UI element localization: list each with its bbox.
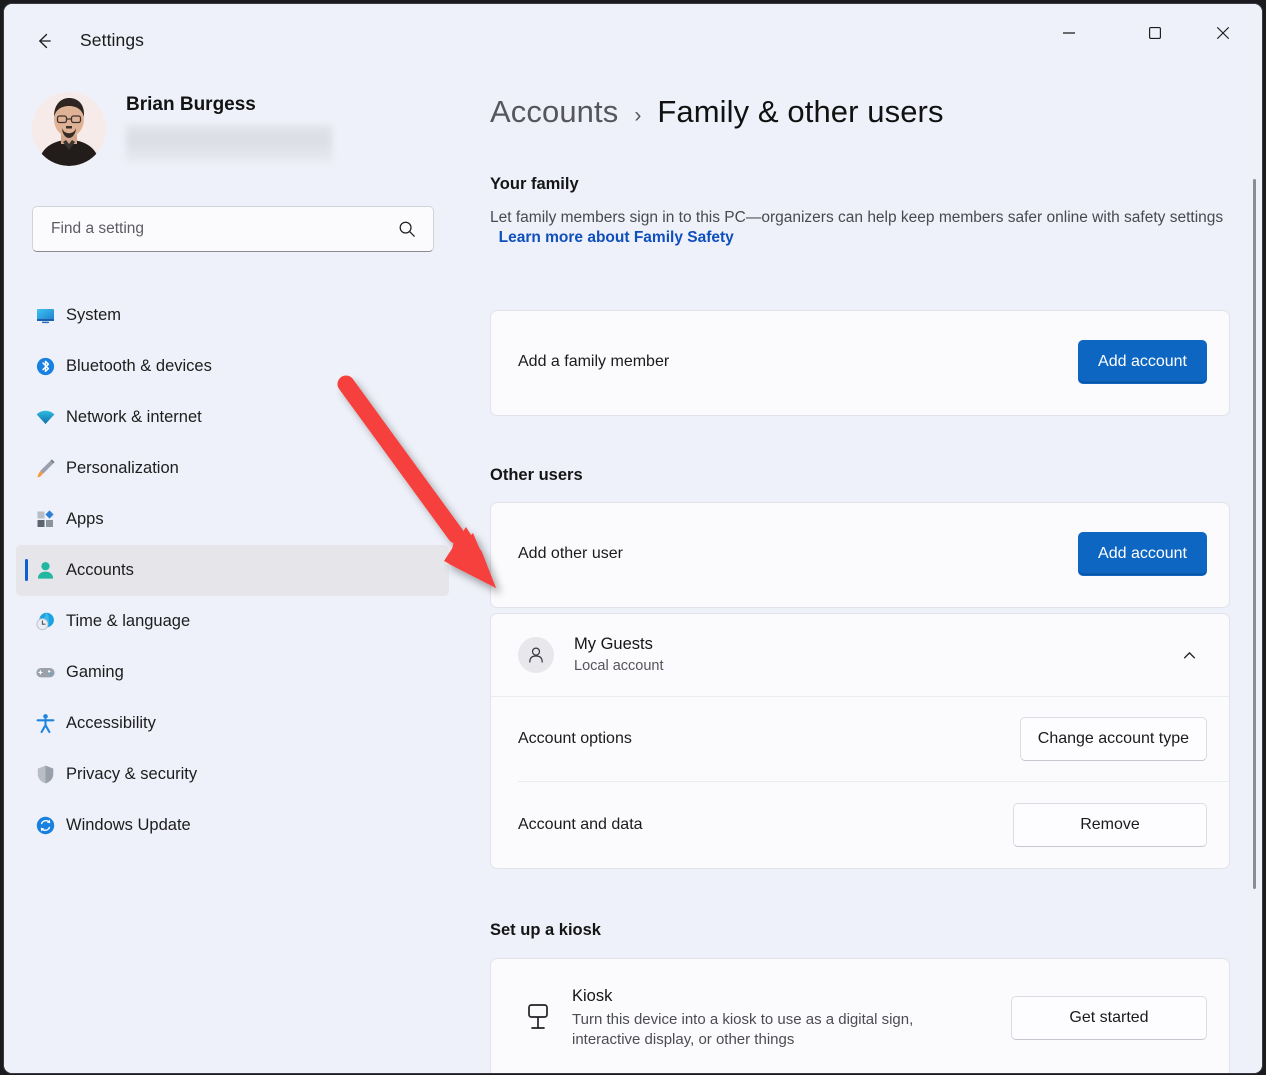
person-icon [34, 560, 56, 582]
sidebar-item-label: System [66, 306, 121, 325]
sidebar-item-time-language[interactable]: Time & language [16, 596, 449, 647]
add-other-user-card: Add other user Add account [490, 502, 1230, 608]
account-and-data-label: Account and data [518, 816, 1013, 834]
apps-icon [34, 509, 56, 531]
minimize-button[interactable] [1046, 12, 1092, 54]
content-pane: Accounts › Family & other users Your fam… [459, 76, 1262, 1073]
sidebar-item-apps[interactable]: Apps [16, 494, 449, 545]
my-guests-account-card: My Guests Local account Account options … [490, 613, 1230, 869]
sidebar-item-label: Windows Update [66, 816, 191, 835]
monitor-icon [34, 305, 56, 327]
shield-icon [34, 764, 56, 786]
update-icon [34, 815, 56, 837]
breadcrumb-parent[interactable]: Accounts [490, 94, 618, 130]
sidebar-item-gaming[interactable]: Gaming [16, 647, 449, 698]
wifi-icon [34, 407, 56, 429]
profile-email-redacted [126, 125, 332, 163]
add-other-user-row: Add other user Add account [491, 503, 1229, 605]
maximize-button[interactable] [1132, 12, 1178, 54]
kiosk-title: Kiosk [572, 986, 1011, 1007]
family-description-text: Let family members sign in to this PC—or… [490, 209, 1223, 226]
your-family-heading: Your family [490, 175, 579, 194]
avatar [32, 92, 106, 166]
paintbrush-icon [34, 458, 56, 480]
sidebar-item-system[interactable]: System [16, 290, 449, 341]
sidebar-item-label: Accessibility [66, 714, 156, 733]
my-guests-header-row[interactable]: My Guests Local account [491, 614, 1229, 696]
kiosk-row: Kiosk Turn this device into a kiosk to u… [491, 959, 1229, 1073]
kiosk-heading: Set up a kiosk [490, 921, 601, 940]
profile-name: Brian Burgess [126, 95, 332, 116]
sidebar-item-label: Apps [66, 510, 104, 529]
sidebar-item-privacy-security[interactable]: Privacy & security [16, 749, 449, 800]
kiosk-card: Kiosk Turn this device into a kiosk to u… [490, 958, 1230, 1073]
sidebar: Brian Burgess [4, 76, 459, 1073]
clock-globe-icon [34, 611, 56, 633]
app-title: Settings [80, 30, 144, 51]
breadcrumb: Accounts › Family & other users [490, 94, 944, 130]
sidebar-item-label: Gaming [66, 663, 124, 682]
add-family-account-button[interactable]: Add account [1078, 340, 1207, 384]
change-account-type-button[interactable]: Change account type [1020, 717, 1207, 761]
sidebar-item-label: Time & language [66, 612, 190, 631]
maximize-icon [1146, 24, 1164, 42]
account-avatar-icon [518, 637, 554, 673]
sidebar-item-accounts[interactable]: Accounts [16, 545, 449, 596]
sidebar-item-label: Bluetooth & devices [66, 357, 212, 376]
family-safety-link[interactable]: Learn more about Family Safety [499, 229, 734, 246]
account-type: Local account [574, 657, 1171, 676]
breadcrumb-separator-icon: › [634, 104, 641, 128]
add-other-account-button[interactable]: Add account [1078, 532, 1207, 576]
account-options-row: Account options Change account type [491, 697, 1229, 781]
close-icon [1214, 24, 1232, 42]
kiosk-description: Turn this device into a kiosk to use as … [572, 1010, 972, 1050]
add-family-member-row: Add a family member Add account [491, 311, 1229, 413]
search-icon [397, 219, 417, 244]
account-and-data-row: Account and data Remove [491, 782, 1229, 868]
your-family-description: Let family members sign in to this PC—or… [490, 208, 1232, 248]
sidebar-nav: System Bluetooth & devices [16, 290, 449, 851]
account-options-label: Account options [518, 730, 1020, 748]
sidebar-item-label: Privacy & security [66, 765, 197, 784]
chevron-up-icon[interactable] [1171, 637, 1207, 673]
minimize-icon [1060, 24, 1078, 42]
back-button[interactable] [27, 24, 61, 58]
add-family-member-label: Add a family member [518, 353, 1078, 371]
sidebar-item-accessibility[interactable]: Accessibility [16, 698, 449, 749]
sidebar-item-label: Personalization [66, 459, 179, 478]
add-other-user-label: Add other user [518, 545, 1078, 563]
back-arrow-icon [33, 30, 55, 52]
close-button[interactable] [1200, 12, 1246, 54]
remove-account-button[interactable]: Remove [1013, 803, 1207, 847]
breadcrumb-current: Family & other users [657, 94, 943, 130]
sidebar-item-personalization[interactable]: Personalization [16, 443, 449, 494]
add-family-member-card: Add a family member Add account [490, 310, 1230, 416]
account-name: My Guests [574, 634, 1171, 655]
settings-window: Settings [3, 3, 1263, 1074]
kiosk-get-started-button[interactable]: Get started [1011, 996, 1207, 1040]
search-box[interactable] [32, 206, 434, 252]
title-bar: Settings [4, 4, 1262, 76]
avatar-photo-icon [32, 92, 106, 166]
search-input[interactable] [49, 219, 373, 239]
sidebar-item-bluetooth-devices[interactable]: Bluetooth & devices [16, 341, 449, 392]
other-users-heading: Other users [490, 466, 583, 485]
gamepad-icon [34, 662, 56, 684]
sidebar-item-label: Accounts [66, 561, 134, 580]
bluetooth-icon [34, 356, 56, 378]
content-scrollbar[interactable] [1253, 179, 1256, 889]
accessibility-icon [34, 713, 56, 735]
sidebar-item-windows-update[interactable]: Windows Update [16, 800, 449, 851]
kiosk-icon [518, 1002, 558, 1034]
sidebar-item-network-internet[interactable]: Network & internet [16, 392, 449, 443]
sidebar-item-label: Network & internet [66, 408, 202, 427]
user-profile[interactable]: Brian Burgess [32, 92, 332, 166]
